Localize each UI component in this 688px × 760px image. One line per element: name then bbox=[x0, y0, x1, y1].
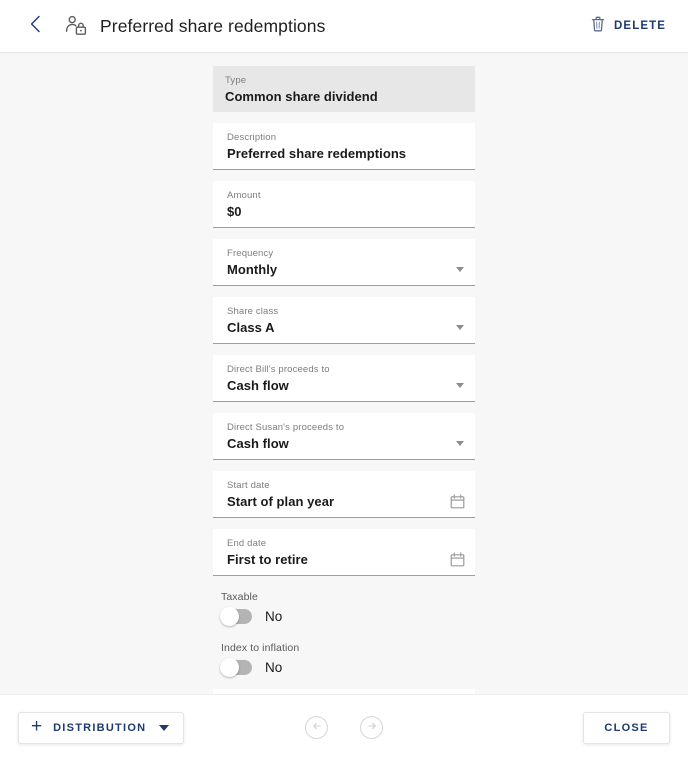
field-direct-susans-proceeds-to-label: Direct Susan's proceeds to bbox=[227, 422, 345, 433]
field-description-label: Description bbox=[227, 132, 277, 143]
field-start-date[interactable]: Start date Start of plan year bbox=[213, 471, 475, 518]
field-start-date-label: Start date bbox=[227, 480, 270, 491]
toggle-index-to-inflation-label: Index to inflation bbox=[221, 642, 300, 654]
chevron-left-icon bbox=[30, 15, 41, 38]
page-title: Preferred share redemptions bbox=[100, 15, 326, 36]
field-frequency-label: Frequency bbox=[227, 248, 274, 259]
previous-record-button[interactable] bbox=[305, 716, 328, 739]
field-end-date[interactable]: End date First to retire bbox=[213, 529, 475, 576]
field-direct-susans-proceeds-to-value: Cash flow bbox=[227, 436, 289, 451]
field-direct-susans-proceeds-to[interactable]: Direct Susan's proceeds to Cash flow bbox=[213, 413, 475, 460]
chevron-down-icon[interactable] bbox=[456, 441, 464, 446]
add-distribution-button[interactable]: + DISTRIBUTION bbox=[18, 711, 185, 744]
chevron-down-icon bbox=[159, 724, 170, 731]
app-header: Preferred share redemptions DELETE bbox=[0, 0, 688, 53]
toggle-knob bbox=[220, 607, 239, 626]
form-scroll-area[interactable]: Type Common share dividend Description P… bbox=[0, 53, 688, 694]
field-direct-bills-proceeds-to[interactable]: Direct Bill's proceeds to Cash flow bbox=[213, 355, 475, 402]
close-label: CLOSE bbox=[604, 721, 649, 734]
chevron-down-icon[interactable] bbox=[456, 325, 464, 330]
field-type: Type Common share dividend bbox=[213, 66, 475, 112]
field-frequency[interactable]: Frequency Monthly bbox=[213, 239, 475, 286]
field-end-date-label: End date bbox=[227, 538, 267, 549]
plus-icon: + bbox=[31, 716, 43, 737]
field-description[interactable]: Description Preferred share redemptions bbox=[213, 123, 475, 170]
field-amount-value[interactable]: $0 bbox=[225, 203, 463, 220]
field-amount[interactable]: Amount $0 bbox=[213, 181, 475, 228]
toggle-row-taxable: Taxable No bbox=[213, 587, 475, 626]
field-start-date-value: Start of plan year bbox=[227, 494, 335, 509]
field-direct-bills-proceeds-to-value: Cash flow bbox=[227, 378, 289, 393]
field-share-class-value: Class A bbox=[227, 320, 275, 335]
field-type-value: Common share dividend bbox=[225, 89, 378, 104]
toggle-row-index-to-inflation: Index to inflation No bbox=[213, 638, 475, 677]
toggle-knob bbox=[220, 658, 239, 677]
field-description-value[interactable]: Preferred share redemptions bbox=[225, 145, 463, 162]
distribution-label: DISTRIBUTION bbox=[53, 721, 147, 734]
close-button[interactable]: CLOSE bbox=[583, 711, 670, 744]
chevron-down-icon[interactable] bbox=[456, 267, 464, 272]
field-frequency-value: Monthly bbox=[227, 262, 278, 277]
person-with-badge-icon bbox=[64, 14, 88, 38]
toggle-taxable-state: No bbox=[265, 609, 283, 624]
back-button[interactable] bbox=[22, 13, 48, 39]
toggle-taxable-switch[interactable] bbox=[220, 607, 252, 626]
field-direct-bills-proceeds-to-label: Direct Bill's proceeds to bbox=[227, 364, 330, 375]
toggle-index-to-inflation-control: No bbox=[220, 658, 475, 677]
field-end-date-value: First to retire bbox=[227, 552, 308, 567]
next-record-button[interactable] bbox=[360, 716, 383, 739]
delete-label: DELETE bbox=[614, 20, 666, 32]
field-amount-label: Amount bbox=[227, 190, 261, 201]
toggle-index-to-inflation-state: No bbox=[265, 660, 283, 675]
field-share-class[interactable]: Share class Class A bbox=[213, 297, 475, 344]
field-type-label: Type bbox=[225, 75, 247, 86]
trash-icon bbox=[591, 16, 605, 37]
toggle-taxable-control: No bbox=[220, 607, 475, 626]
form-column: Type Common share dividend Description P… bbox=[213, 53, 475, 694]
arrow-right-circle-icon bbox=[366, 719, 378, 737]
toggle-taxable-label: Taxable bbox=[221, 591, 258, 603]
arrow-left-circle-icon bbox=[311, 719, 323, 737]
calendar-icon[interactable] bbox=[450, 552, 465, 567]
app-footer: + DISTRIBUTION CLOSE bbox=[0, 694, 688, 760]
toggle-index-to-inflation-switch[interactable] bbox=[220, 658, 252, 677]
delete-button[interactable]: DELETE bbox=[589, 12, 668, 41]
field-share-class-label: Share class bbox=[227, 306, 279, 317]
calendar-icon[interactable] bbox=[450, 494, 465, 509]
chevron-down-icon[interactable] bbox=[456, 383, 464, 388]
